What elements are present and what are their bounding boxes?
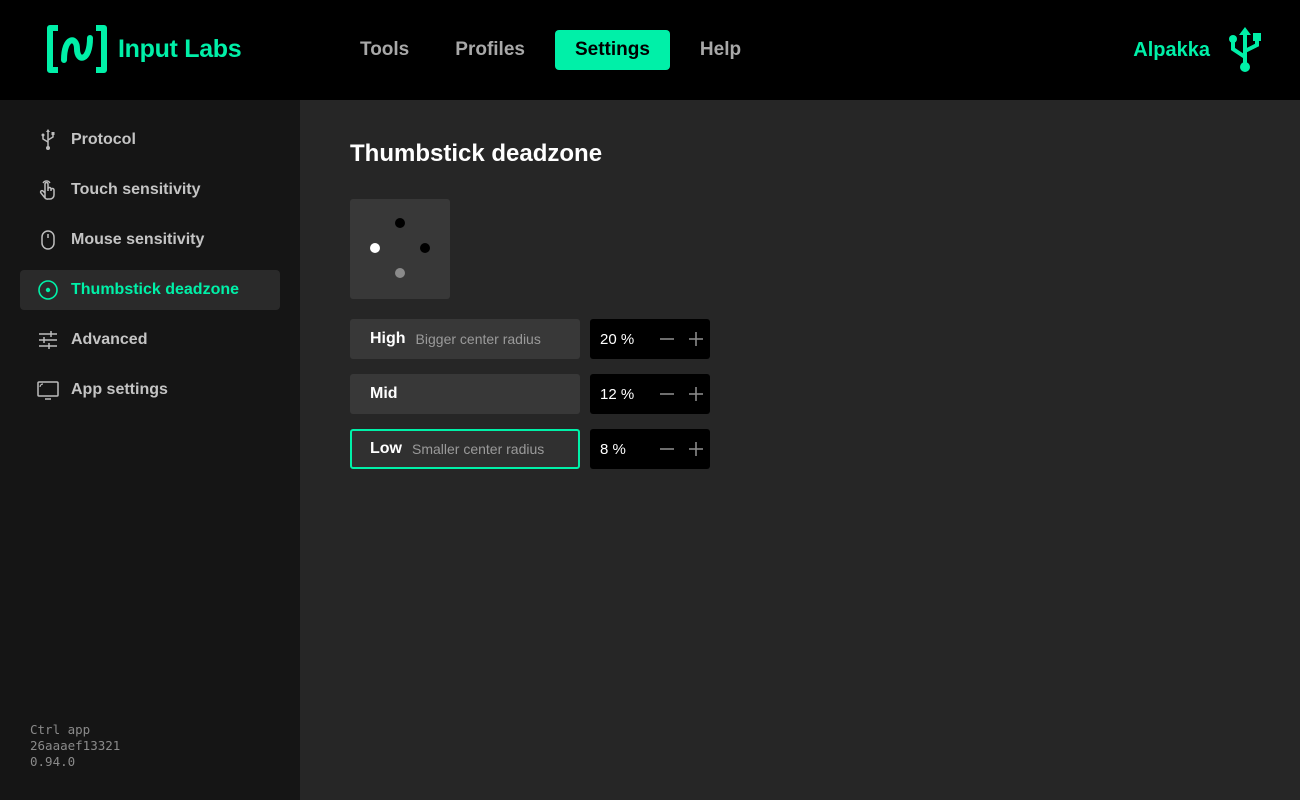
preview-dot-bottom <box>395 268 405 278</box>
nav-profiles[interactable]: Profiles <box>439 30 541 70</box>
device-name: Alpakka <box>1133 38 1210 61</box>
option-mid-stepper: 12 % <box>590 374 710 414</box>
option-row-mid: Mid 12 % <box>350 374 710 414</box>
increase-button[interactable] <box>682 319 710 359</box>
thumbstick-icon <box>36 278 60 302</box>
app-version: Ctrl app 26aaaef13321 0.94.0 <box>30 722 120 770</box>
input-labs-logo-icon <box>47 25 107 73</box>
option-row-low: Low Smaller center radius 8 % <box>350 429 710 469</box>
deadzone-preview <box>350 199 450 299</box>
option-value: 12 % <box>600 385 635 403</box>
deadzone-options: High Bigger center radius 20 % Mid 12 % <box>350 319 710 484</box>
version-app-name: Ctrl app <box>30 722 91 737</box>
increase-button[interactable] <box>682 374 710 414</box>
minus-icon <box>660 448 675 450</box>
sidebar-item-label: Protocol <box>71 131 136 148</box>
usb-icon <box>1229 27 1261 72</box>
option-description: Smaller center radius <box>412 441 545 457</box>
version-commit: 26aaaef13321 <box>30 738 121 753</box>
nav-tools[interactable]: Tools <box>344 30 425 70</box>
minus-icon <box>660 338 675 340</box>
option-description: Bigger center radius <box>415 331 541 347</box>
mouse-icon <box>36 228 60 252</box>
plus-icon <box>688 442 703 456</box>
brand-name: Input Labs <box>118 34 242 63</box>
option-mid-button[interactable]: Mid <box>350 374 580 414</box>
decrease-button[interactable] <box>653 374 681 414</box>
sidebar-item-label: Advanced <box>71 331 148 348</box>
increase-button[interactable] <box>682 429 710 469</box>
sidebar-item-label: App settings <box>71 381 168 398</box>
preview-dot-left <box>370 243 380 253</box>
usb-icon <box>36 128 60 152</box>
sliders-icon <box>36 328 60 352</box>
plus-icon <box>688 332 703 346</box>
sidebar-item-protocol[interactable]: Protocol <box>20 120 280 160</box>
preview-dot-top <box>395 218 405 228</box>
sidebar-item-thumbstick-deadzone[interactable]: Thumbstick deadzone <box>20 270 280 310</box>
sidebar-item-label: Thumbstick deadzone <box>71 281 240 298</box>
brand[interactable]: Input Labs <box>46 24 242 74</box>
minus-icon <box>660 393 675 395</box>
decrease-button[interactable] <box>653 429 681 469</box>
sidebar-item-label: Touch sensitivity <box>71 181 201 198</box>
option-label: Low <box>370 440 402 457</box>
option-low-stepper: 8 % <box>590 429 710 469</box>
sidebar-item-app-settings[interactable]: App settings <box>20 370 280 410</box>
device-indicator[interactable]: Alpakka <box>1133 27 1262 73</box>
nav-settings[interactable]: Settings <box>554 30 670 70</box>
sidebar: Protocol Touch sensitivity Mouse sensiti… <box>0 100 300 800</box>
preview-dot-right <box>420 243 430 253</box>
option-high-stepper: 20 % <box>590 319 710 359</box>
sidebar-item-advanced[interactable]: Advanced <box>20 320 280 360</box>
main-nav: Tools Profiles Settings Help <box>344 30 771 70</box>
decrease-button[interactable] <box>653 319 681 359</box>
monitor-icon <box>36 378 60 402</box>
sidebar-list: Protocol Touch sensitivity Mouse sensiti… <box>20 120 280 420</box>
main-content: Thumbstick deadzone High Bigger center r… <box>300 100 1300 800</box>
nav-help[interactable]: Help <box>684 30 757 70</box>
page-title: Thumbstick deadzone <box>350 140 603 167</box>
sidebar-item-label: Mouse sensitivity <box>71 231 205 248</box>
sidebar-item-mouse-sensitivity[interactable]: Mouse sensitivity <box>20 220 280 260</box>
option-label: High <box>370 330 406 347</box>
touch-icon <box>36 178 60 202</box>
option-label: Mid <box>370 385 398 402</box>
option-low-button[interactable]: Low Smaller center radius <box>350 429 580 469</box>
option-high-button[interactable]: High Bigger center radius <box>350 319 580 359</box>
option-row-high: High Bigger center radius 20 % <box>350 319 710 359</box>
app-header: Input Labs Tools Profiles Settings Help … <box>0 0 1300 100</box>
plus-icon <box>688 387 703 401</box>
option-value: 20 % <box>600 330 635 348</box>
option-value: 8 % <box>600 440 626 458</box>
sidebar-item-touch-sensitivity[interactable]: Touch sensitivity <box>20 170 280 210</box>
version-number: 0.94.0 <box>30 754 76 769</box>
